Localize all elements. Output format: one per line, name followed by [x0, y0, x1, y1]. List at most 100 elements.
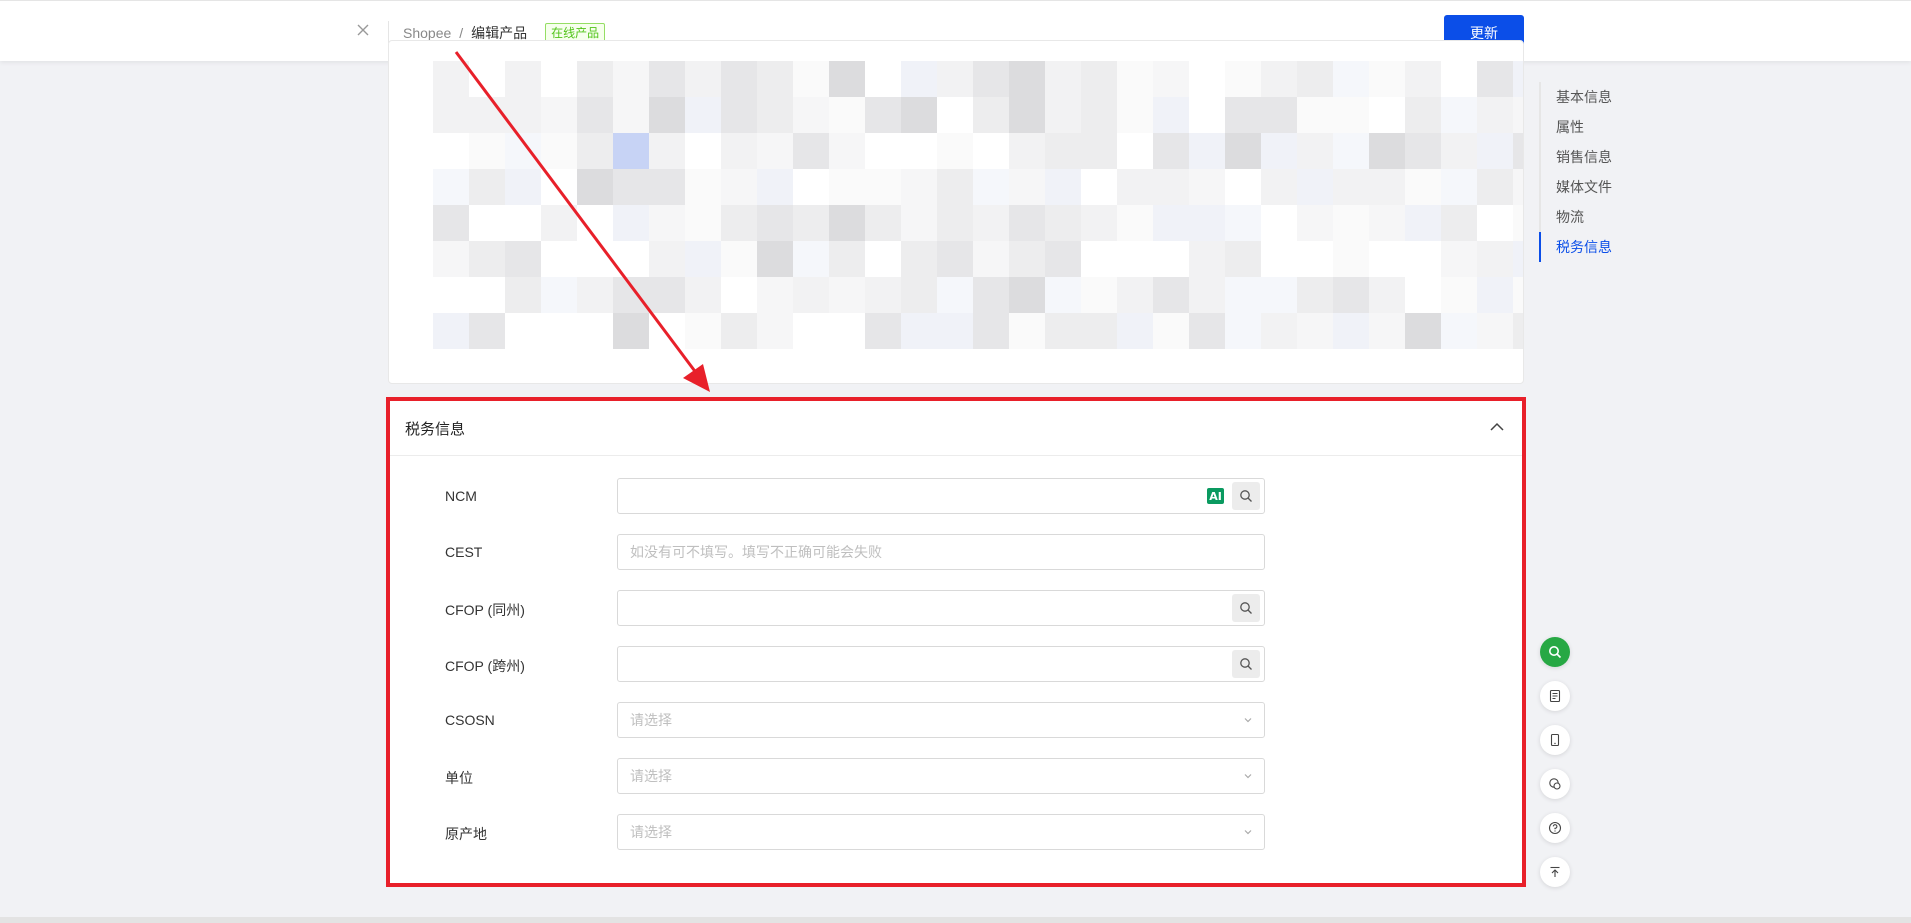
- chevron-up-icon[interactable]: [1488, 418, 1506, 436]
- blur-pixel: [829, 169, 865, 205]
- blur-pixel: [1513, 97, 1523, 133]
- blur-pixel: [1189, 277, 1225, 313]
- blur-pixel: [1513, 277, 1523, 313]
- blur-pixel: [469, 133, 505, 169]
- blur-pixel: [721, 61, 757, 97]
- blur-pixel: [649, 205, 685, 241]
- nav-item-sales-info[interactable]: 销售信息: [1539, 142, 1612, 172]
- blur-pixel: [829, 61, 865, 97]
- cest-row: CEST: [388, 534, 1524, 570]
- blur-pixel: [1297, 205, 1333, 241]
- blur-pixel: [793, 133, 829, 169]
- blur-pixel: [1045, 277, 1081, 313]
- blur-pixel: [973, 205, 1009, 241]
- blur-pixel: [1369, 277, 1405, 313]
- ncm-input[interactable]: [618, 479, 1207, 513]
- cest-input[interactable]: [618, 535, 1264, 569]
- blur-pixel: [1045, 133, 1081, 169]
- blur-pixel: [973, 133, 1009, 169]
- blur-pixel: [1081, 205, 1117, 241]
- breadcrumb-root[interactable]: Shopee: [403, 25, 451, 41]
- blur-pixel: [685, 169, 721, 205]
- blur-pixel: [1009, 313, 1045, 349]
- blur-pixel: [1369, 205, 1405, 241]
- ai-badge[interactable]: AI: [1207, 488, 1224, 504]
- help-icon[interactable]: [1540, 813, 1570, 843]
- blur-pixel: [613, 133, 649, 169]
- blur-pixel: [685, 277, 721, 313]
- blur-pixel: [1297, 133, 1333, 169]
- blur-pixel: [1333, 241, 1369, 277]
- blur-pixel: [829, 241, 865, 277]
- blur-pixel: [973, 277, 1009, 313]
- blur-pixel: [1225, 277, 1261, 313]
- blur-pixel: [865, 241, 901, 277]
- blur-pixel: [1261, 205, 1297, 241]
- blur-pixel: [469, 61, 505, 97]
- blur-pixel: [1081, 97, 1117, 133]
- blur-pixel: [469, 169, 505, 205]
- blur-pixel: [1153, 169, 1189, 205]
- blur-pixel: [1441, 313, 1477, 349]
- blur-pixel: [649, 97, 685, 133]
- media-card: [388, 40, 1524, 384]
- blur-pixel: [937, 169, 973, 205]
- blur-pixel: [613, 61, 649, 97]
- search-icon[interactable]: [1540, 637, 1570, 667]
- form-icon[interactable]: [1540, 681, 1570, 711]
- blur-pixel: [865, 61, 901, 97]
- blur-pixel: [973, 169, 1009, 205]
- blur-pixel: [721, 205, 757, 241]
- blur-pixel: [1081, 277, 1117, 313]
- blur-pixel: [937, 61, 973, 97]
- nav-item-attributes[interactable]: 属性: [1539, 112, 1612, 142]
- cfop-same-input[interactable]: [618, 591, 1232, 625]
- back-to-top-icon[interactable]: [1540, 857, 1570, 887]
- chevron-down-icon: [1244, 718, 1252, 723]
- origin-select[interactable]: 请选择: [617, 814, 1265, 850]
- blur-pixel: [1153, 61, 1189, 97]
- blur-pixel: [1405, 133, 1441, 169]
- search-icon[interactable]: [1232, 650, 1260, 678]
- blur-pixel: [757, 97, 793, 133]
- cfop-same-field: [617, 590, 1265, 626]
- nav-item-media-files[interactable]: 媒体文件: [1539, 172, 1612, 202]
- cest-field: [617, 534, 1265, 570]
- blur-pixel: [505, 169, 541, 205]
- tax-section-header[interactable]: 税务信息: [388, 398, 1524, 456]
- unit-select[interactable]: 请选择: [617, 758, 1265, 794]
- blur-pixel: [469, 277, 505, 313]
- blur-pixel: [1333, 277, 1369, 313]
- blur-pixel: [1297, 241, 1333, 277]
- blur-pixel: [1369, 97, 1405, 133]
- blur-pixel: [1117, 277, 1153, 313]
- blur-pixel: [1009, 241, 1045, 277]
- mobile-icon[interactable]: [1540, 725, 1570, 755]
- blur-pixel: [1477, 97, 1513, 133]
- blur-pixel: [757, 61, 793, 97]
- blur-pixel: [685, 313, 721, 349]
- search-icon[interactable]: [1232, 482, 1260, 510]
- blur-pixel: [1261, 61, 1297, 97]
- blur-pixel: [1117, 169, 1153, 205]
- blur-pixel: [469, 97, 505, 133]
- csosn-row: CSOSN 请选择: [388, 702, 1524, 738]
- nav-item-tax-info[interactable]: 税务信息: [1539, 232, 1612, 262]
- blur-pixel: [793, 277, 829, 313]
- blur-pixel: [1477, 205, 1513, 241]
- nav-item-logistics[interactable]: 物流: [1539, 202, 1612, 232]
- blur-pixel: [829, 205, 865, 241]
- csosn-select[interactable]: 请选择: [617, 702, 1265, 738]
- close-icon[interactable]: [352, 19, 374, 41]
- blur-pixel: [541, 313, 577, 349]
- unit-label: 单位: [445, 770, 473, 786]
- cfop-cross-input[interactable]: [618, 647, 1232, 681]
- cfop-same-row: CFOP (同州): [388, 590, 1524, 626]
- blur-pixel: [829, 277, 865, 313]
- blur-pixel: [757, 133, 793, 169]
- search-icon[interactable]: [1232, 594, 1260, 622]
- nav-item-basic-info[interactable]: 基本信息: [1539, 82, 1612, 112]
- blur-pixel: [1045, 97, 1081, 133]
- blur-pixel: [1045, 205, 1081, 241]
- chat-icon[interactable]: [1540, 769, 1570, 799]
